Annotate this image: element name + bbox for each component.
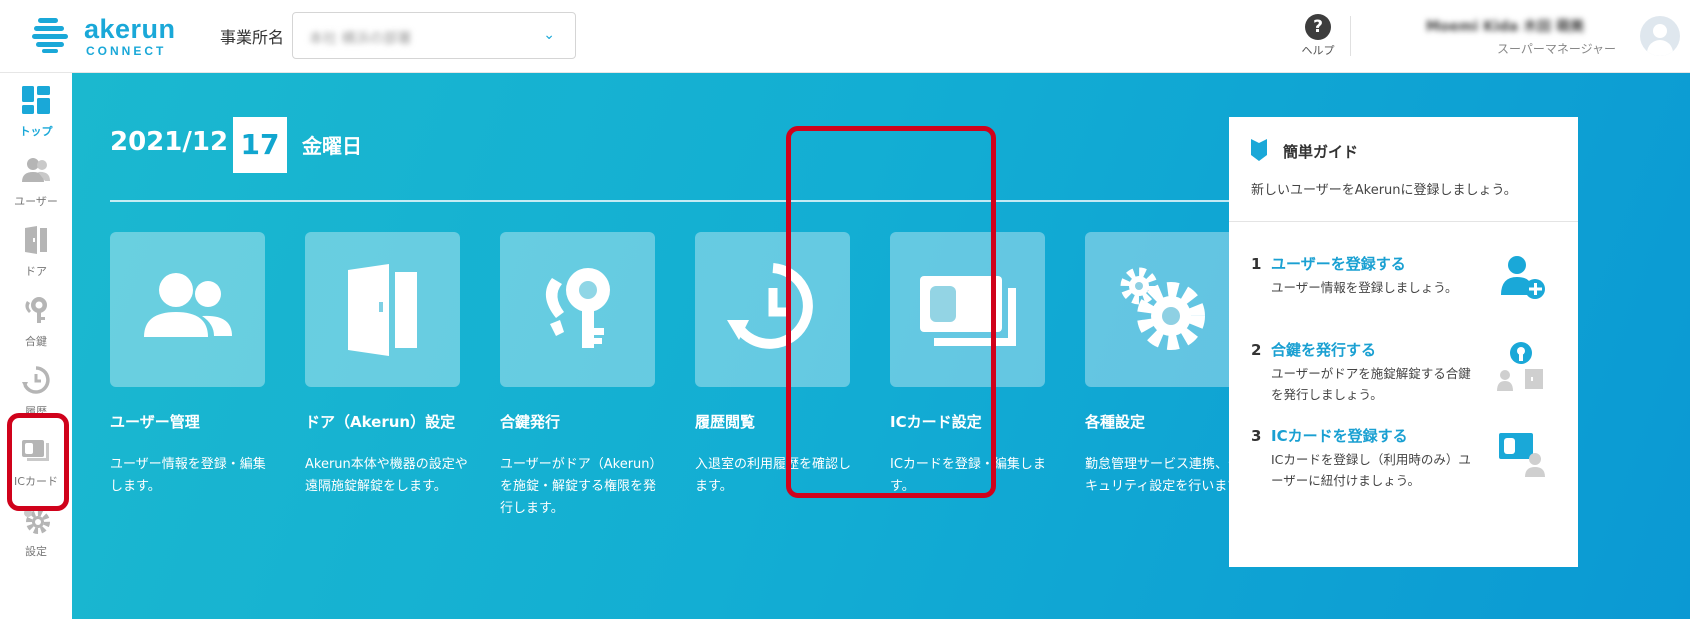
office-select[interactable]: 本社 横浜の部署 ⌄ [292, 12, 576, 59]
highlight-box-sidebar-ic-card [7, 413, 69, 511]
card-door-settings[interactable]: ドア（Akerun）設定 Akerun本体や機器の設定や遠隔施錠解錠をします。 [305, 232, 475, 498]
avatar[interactable] [1640, 16, 1680, 56]
dashboard-icon [22, 86, 50, 114]
step-description: ユーザー情報を登録しましょう。 [1271, 280, 1458, 295]
card-tile[interactable] [110, 232, 265, 387]
step-number: 1 [1251, 255, 1262, 273]
card-description: 勤怠管理サービス連携、セキュリティ設定を行います。 [1085, 457, 1252, 494]
issue-key-link[interactable]: 合鍵を発行する [1271, 339, 1376, 360]
sidebar-item-users[interactable]: ユーザー [0, 147, 72, 217]
card-user-management[interactable]: ユーザー管理 ユーザー情報を登録・編集します。 [110, 232, 280, 498]
sidebar-item-label: 合鍵 [25, 335, 47, 348]
sidebar-item-label: トップ [19, 125, 53, 138]
logo-wordmark: akerun [84, 14, 176, 44]
step-description: ユーザーがドアを施錠解錠する合鍵を発行しましょう。 [1271, 366, 1471, 402]
help-button[interactable]: ? ヘルプ [1300, 14, 1336, 58]
card-tile[interactable] [1085, 232, 1240, 387]
main-divider [110, 200, 1238, 202]
help-label: ヘルプ [1301, 44, 1335, 57]
office-selected-value: 本社 横浜の部署 [309, 31, 412, 47]
register-ic-card-link[interactable]: ICカードを登録する [1271, 425, 1408, 446]
card-description: ユーザーがドア（Akerun）を施錠・解錠する権限を発行します。 [500, 457, 663, 516]
date-day: 17 [233, 117, 287, 173]
step-number: 3 [1251, 427, 1262, 445]
card-description: ユーザー情報を登録・編集します。 [110, 457, 266, 494]
card-key-issue[interactable]: 合鍵発行 ユーザーがドア（Akerun）を施錠・解錠する権限を発行します。 [500, 232, 670, 520]
card-title: 合鍵発行 [500, 413, 561, 431]
top-header: akerun CONNECT 事業所名 本社 横浜の部署 ⌄ ? ヘルプ Moe… [0, 0, 1690, 73]
sidebar: トップ ユーザー ドア 合鍵 履歴 ICカード 設定 [0, 73, 72, 619]
users-icon [22, 158, 50, 182]
avatar-body [1647, 40, 1673, 56]
bookmark-icon [1251, 139, 1267, 161]
step-number: 2 [1251, 341, 1262, 359]
gear-icon [1120, 267, 1205, 350]
highlight-box-ic-card [786, 126, 996, 498]
card-description: Akerun本体や機器の設定や遠隔施錠解錠をします。 [305, 457, 468, 494]
sidebar-item-label: ユーザー [14, 195, 58, 208]
avatar-head [1653, 24, 1667, 38]
quick-guide-panel: 簡単ガイド 新しいユーザーをAkerunに登録しましょう。 1 ユーザーを登録す… [1229, 117, 1578, 567]
guide-divider [1229, 221, 1578, 222]
door-icon [25, 226, 47, 254]
sidebar-item-top[interactable]: トップ [0, 77, 72, 147]
akerun-logo-icon [32, 18, 68, 53]
key-icon [545, 268, 610, 348]
header-divider [1350, 16, 1351, 56]
card-title: ユーザー管理 [110, 413, 200, 431]
users-icon [144, 273, 232, 337]
guide-title: 簡単ガイド [1283, 143, 1359, 161]
sidebar-item-key[interactable]: 合鍵 [0, 287, 72, 357]
date-weekday: 金曜日 [302, 134, 362, 158]
date-year-month: 2021/12 [110, 127, 229, 157]
register-user-link[interactable]: ユーザーを登録する [1271, 253, 1406, 274]
key-icon [25, 297, 47, 323]
card-title: ドア（Akerun）設定 [305, 413, 456, 431]
history-icon [22, 366, 50, 394]
card-tile[interactable] [305, 232, 460, 387]
chevron-down-icon: ⌄ [543, 27, 555, 43]
sidebar-item-label: ドア [25, 265, 47, 278]
add-user-icon [1501, 256, 1545, 299]
card-tile[interactable] [500, 232, 655, 387]
user-role: スーパーマネージャー [1496, 42, 1616, 56]
question-icon: ? [1305, 14, 1331, 40]
key-user-icon [1497, 342, 1543, 391]
card-user-icon [1499, 433, 1545, 477]
door-icon [348, 264, 417, 356]
office-label: 事業所名 [220, 28, 285, 47]
logo-subtitle: CONNECT [86, 44, 167, 58]
sidebar-item-door[interactable]: ドア [0, 217, 72, 287]
guide-intro: 新しいユーザーをAkerunに登録しましょう。 [1251, 183, 1517, 198]
akerun-logo[interactable]: akerun CONNECT [32, 14, 177, 58]
step-description: ICカードを登録し（利用時のみ）ユーザーに紐付けましょう。 [1271, 452, 1471, 488]
sidebar-item-label: 設定 [25, 545, 47, 558]
user-name: Moemi Kida 木田 萌美 [1425, 19, 1584, 35]
